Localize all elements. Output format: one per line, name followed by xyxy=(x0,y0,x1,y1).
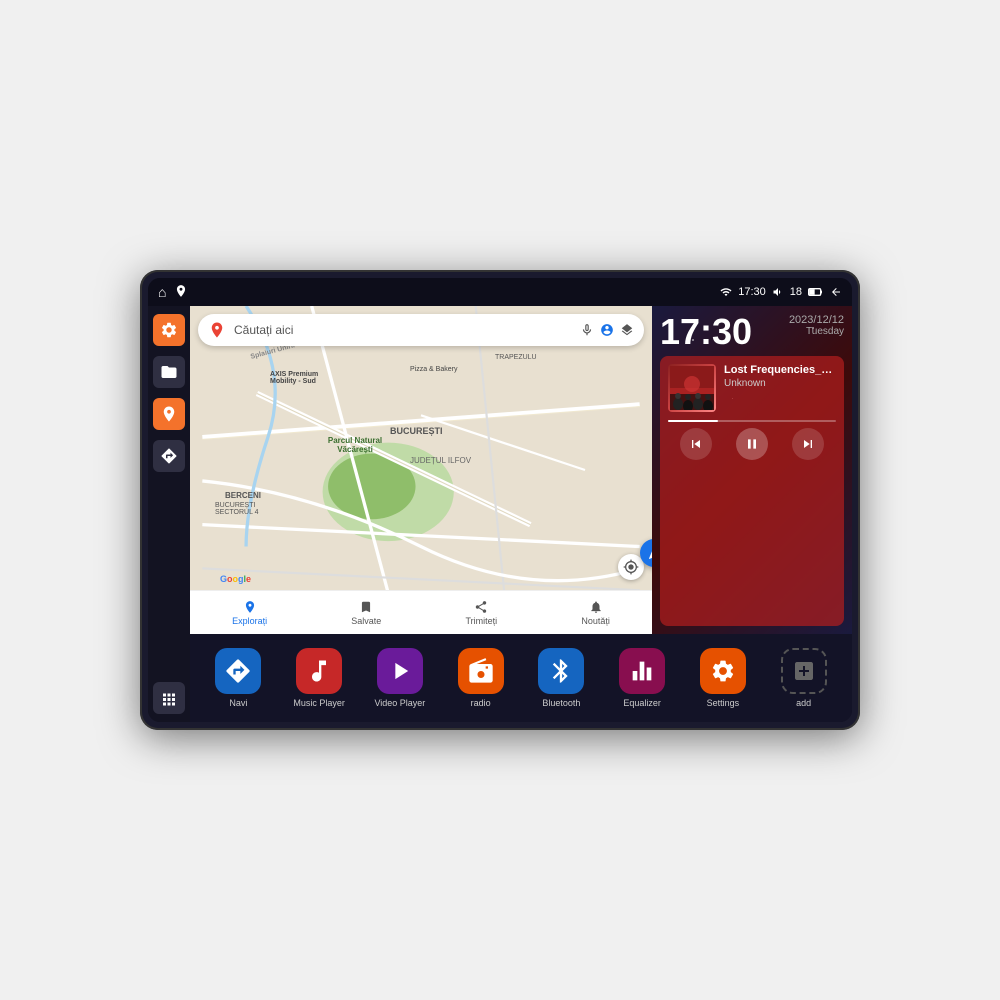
sidebar-item-maps[interactable] xyxy=(153,398,185,430)
volume-icon xyxy=(772,286,784,298)
music-details: Lost Frequencies_Janie... Unknown xyxy=(724,364,836,412)
sidebar xyxy=(148,306,190,722)
mic-icon[interactable] xyxy=(580,323,594,337)
sidebar-item-files[interactable] xyxy=(153,356,185,388)
video-player-label: Video Player xyxy=(374,698,425,708)
music-prev-button[interactable] xyxy=(680,428,712,460)
music-artist: Unknown xyxy=(724,378,836,389)
navi-label: Navi xyxy=(229,698,247,708)
radio-label: radio xyxy=(471,698,491,708)
map-search-input[interactable]: Căutați aici xyxy=(234,323,572,337)
music-player-icon xyxy=(296,648,342,694)
main-area: AXIS PremiumMobility - Sud Pizza & Baker… xyxy=(148,306,852,722)
map-search-bar[interactable]: Căutați aici xyxy=(198,314,644,346)
clock-date: 2023/12/12 Tuesday xyxy=(789,314,844,337)
back-icon[interactable] xyxy=(830,286,842,298)
bluetooth-icon-container xyxy=(538,648,584,694)
content-area: AXIS PremiumMobility - Sud Pizza & Baker… xyxy=(190,306,852,722)
top-row: AXIS PremiumMobility - Sud Pizza & Baker… xyxy=(190,306,852,634)
radio-icon-container xyxy=(458,648,504,694)
bluetooth-label: Bluetooth xyxy=(542,698,580,708)
video-player-icon xyxy=(377,648,423,694)
map-bottom-bar: Explorați Salvate Trimiteți xyxy=(190,590,652,634)
home-icon[interactable]: ⌂ xyxy=(158,284,166,300)
status-bar-right: 17:30 18 xyxy=(720,286,842,298)
battery-icon xyxy=(808,287,824,297)
device-screen: ⌂ 17:30 18 xyxy=(148,278,852,722)
music-next-button[interactable] xyxy=(792,428,824,460)
music-progress-bar[interactable] xyxy=(668,420,836,422)
map-search-icons xyxy=(580,323,634,337)
status-bar: ⌂ 17:30 18 xyxy=(148,278,852,306)
music-title: Lost Frequencies_Janie... xyxy=(724,364,836,376)
music-widget: Lost Frequencies_Janie... Unknown xyxy=(660,356,844,626)
maps-status-icon[interactable] xyxy=(174,284,188,301)
map-bottom-saved[interactable]: Salvate xyxy=(351,600,381,626)
map-area[interactable]: AXIS PremiumMobility - Sud Pizza & Baker… xyxy=(190,306,652,634)
app-item-music-player[interactable]: Music Player xyxy=(289,648,349,708)
app-item-bluetooth[interactable]: Bluetooth xyxy=(531,648,591,708)
map-bottom-share[interactable]: Trimiteți xyxy=(466,600,498,626)
sidebar-item-settings[interactable] xyxy=(153,314,185,346)
sidebar-item-grid[interactable] xyxy=(153,682,185,714)
map-bottom-explore[interactable]: Explorați xyxy=(232,600,267,626)
app-item-navi[interactable]: Navi xyxy=(208,648,268,708)
settings-label: Settings xyxy=(707,698,740,708)
add-icon-container xyxy=(781,648,827,694)
status-time: 17:30 xyxy=(738,286,766,298)
app-item-add[interactable]: add xyxy=(774,648,834,708)
navi-icon xyxy=(215,648,261,694)
device-outer: ⌂ 17:30 18 xyxy=(140,270,860,730)
app-item-equalizer[interactable]: Equalizer xyxy=(612,648,672,708)
wifi-icon xyxy=(720,286,732,298)
map-bottom-news[interactable]: Noutăți xyxy=(581,600,610,626)
battery-level: 18 xyxy=(790,286,802,298)
right-panel: 17:30 2023/12/12 Tuesday xyxy=(652,306,852,634)
add-label: add xyxy=(796,698,811,708)
music-progress-fill xyxy=(668,420,718,422)
music-pause-button[interactable] xyxy=(736,428,768,460)
maps-pin-icon xyxy=(208,321,226,339)
equalizer-icon-container xyxy=(619,648,665,694)
app-item-video-player[interactable]: Video Player xyxy=(370,648,430,708)
equalizer-label: Equalizer xyxy=(623,698,661,708)
music-player-label: Music Player xyxy=(293,698,345,708)
account-icon[interactable] xyxy=(600,323,614,337)
music-album-art xyxy=(668,364,716,412)
music-info: Lost Frequencies_Janie... Unknown xyxy=(668,364,836,412)
clock-widget: 17:30 2023/12/12 Tuesday xyxy=(660,314,844,350)
sidebar-item-navigation[interactable] xyxy=(153,440,185,472)
clock-time: 17:30 xyxy=(660,314,752,350)
app-item-settings[interactable]: Settings xyxy=(693,648,753,708)
settings-icon-container xyxy=(700,648,746,694)
app-item-radio[interactable]: radio xyxy=(451,648,511,708)
layers-icon[interactable] xyxy=(620,323,634,337)
app-grid-row: Navi Music Player Video Pl xyxy=(190,634,852,722)
map-svg xyxy=(190,306,652,634)
status-bar-left: ⌂ xyxy=(158,284,188,301)
music-controls xyxy=(668,428,836,460)
